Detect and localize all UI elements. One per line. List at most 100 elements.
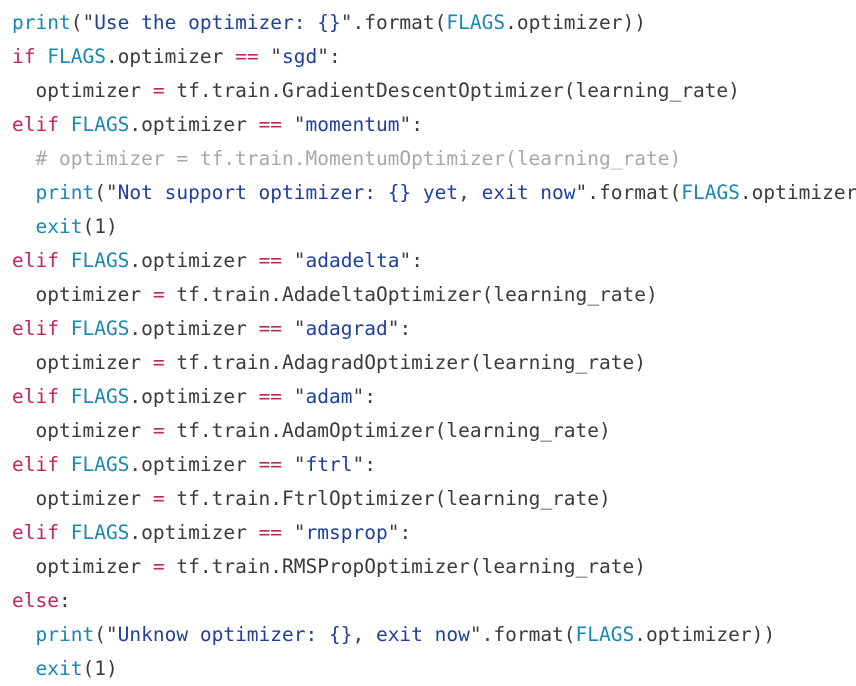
- code-token: elif: [12, 249, 59, 272]
- code-line: elif FLAGS.optimizer == "rmsprop":: [0, 516, 856, 550]
- code-token: =: [152, 79, 165, 102]
- code-token: ==: [258, 453, 283, 476]
- code-token: exit: [35, 215, 83, 238]
- code-token: ":: [317, 45, 341, 68]
- code-token: exit: [35, 657, 83, 680]
- code-token: ": [282, 317, 306, 340]
- code-token: tf.train.RMSPropOptimizer(learning_rate): [164, 555, 646, 578]
- code-line: optimizer = tf.train.AdadeltaOptimizer(l…: [0, 278, 856, 312]
- code-token: Not support optimizer: {} yet, exit now: [117, 181, 576, 204]
- code-token: ".format(: [469, 623, 576, 646]
- code-line: if FLAGS.optimizer == "sgd":: [0, 40, 856, 74]
- code-token: FLAGS: [575, 623, 635, 646]
- code-token: adadelta: [305, 249, 400, 272]
- code-token: ": [282, 249, 306, 272]
- code-token: adagrad: [305, 317, 388, 340]
- code-token: .optimizer: [129, 113, 259, 136]
- code-token: ): [105, 657, 118, 680]
- code-token: if: [12, 45, 36, 68]
- code-token: ): [105, 215, 118, 238]
- code-token: elif: [12, 113, 59, 136]
- code-token: else: [12, 589, 59, 612]
- code-token: ":: [352, 453, 376, 476]
- code-token: elif: [12, 385, 59, 408]
- code-token: ==: [258, 249, 283, 272]
- code-token: .optimizer: [129, 249, 259, 272]
- code-line: elif FLAGS.optimizer == "momentum":: [0, 108, 856, 142]
- code-token: optimizer: [12, 283, 153, 306]
- code-token: ==: [258, 521, 283, 544]
- code-token: .optimizer: [129, 317, 259, 340]
- code-token: 1: [94, 657, 106, 680]
- code-token: print: [35, 181, 95, 204]
- code-token: ":: [387, 317, 412, 340]
- code-token: ftrl: [305, 453, 353, 476]
- code-line: elif FLAGS.optimizer == "adam":: [0, 380, 856, 414]
- code-line: optimizer = tf.train.GradientDescentOpti…: [0, 74, 856, 108]
- code-token: .optimizer)): [634, 623, 776, 646]
- code-token: FLAGS: [70, 521, 130, 544]
- code-token: elif: [12, 521, 59, 544]
- code-token: optimizer: [12, 419, 153, 442]
- code-token: .optimizer: [105, 45, 236, 68]
- code-token: ":: [387, 521, 412, 544]
- code-token: ==: [258, 113, 283, 136]
- code-token: =: [152, 555, 165, 578]
- code-token: 1: [94, 215, 106, 238]
- code-token: # optimizer = tf.train.MomentumOptimizer…: [12, 147, 682, 170]
- code-line: else:: [0, 584, 856, 618]
- code-token: ": [258, 45, 283, 68]
- code-token: elif: [12, 317, 59, 340]
- code-block[interactable]: print("Use the optimizer: {}".format(FLA…: [0, 0, 856, 683]
- code-token: tf.train.AdadeltaOptimizer(learning_rate…: [164, 283, 658, 306]
- code-token: ": [282, 113, 306, 136]
- code-line: print("Use the optimizer: {}".format(FLA…: [0, 6, 856, 40]
- code-token: (: [82, 657, 95, 680]
- code-token: ":: [399, 113, 423, 136]
- code-line: print("Unknow optimizer: {}, exit now".f…: [0, 618, 856, 652]
- code-line: optimizer = tf.train.RMSPropOptimizer(le…: [0, 550, 856, 584]
- code-token: :: [58, 589, 71, 612]
- code-token: tf.train.FtrlOptimizer(learning_rate): [164, 487, 611, 510]
- code-token: FLAGS: [70, 249, 130, 272]
- code-line: optimizer = tf.train.FtrlOptimizer(learn…: [0, 482, 856, 516]
- code-line: optimizer = tf.train.AdagradOptimizer(le…: [0, 346, 856, 380]
- code-token: (": [94, 181, 118, 204]
- code-token: ": [282, 453, 306, 476]
- code-token: momentum: [305, 113, 400, 136]
- code-token: tf.train.GradientDescentOptimizer(learni…: [164, 79, 740, 102]
- code-token: optimizer: [12, 487, 153, 510]
- code-token: ":: [399, 249, 423, 272]
- code-token: FLAGS: [681, 181, 740, 204]
- code-token: =: [152, 419, 165, 442]
- code-token: =: [152, 487, 165, 510]
- code-token: =: [152, 351, 165, 374]
- code-line: exit(1): [0, 210, 856, 244]
- code-token: optimizer: [12, 351, 153, 374]
- code-line: exit(1): [0, 652, 856, 686]
- code-token: =: [152, 283, 165, 306]
- code-token: FLAGS: [70, 453, 130, 476]
- code-token: ==: [258, 317, 283, 340]
- code-token: Use the optimizer: {}: [94, 11, 341, 34]
- code-token: FLAGS: [47, 45, 106, 68]
- code-line: optimizer = tf.train.AdamOptimizer(learn…: [0, 414, 856, 448]
- code-token: tf.train.AdamOptimizer(learning_rate): [164, 419, 611, 442]
- code-line: elif FLAGS.optimizer == "adagrad":: [0, 312, 856, 346]
- code-token: ": [282, 521, 306, 544]
- code-token: (": [94, 623, 118, 646]
- code-token: ".format(: [575, 181, 682, 204]
- code-token: .optimizer: [129, 521, 259, 544]
- code-token: .optimizer: [129, 385, 259, 408]
- code-token: print: [12, 11, 71, 34]
